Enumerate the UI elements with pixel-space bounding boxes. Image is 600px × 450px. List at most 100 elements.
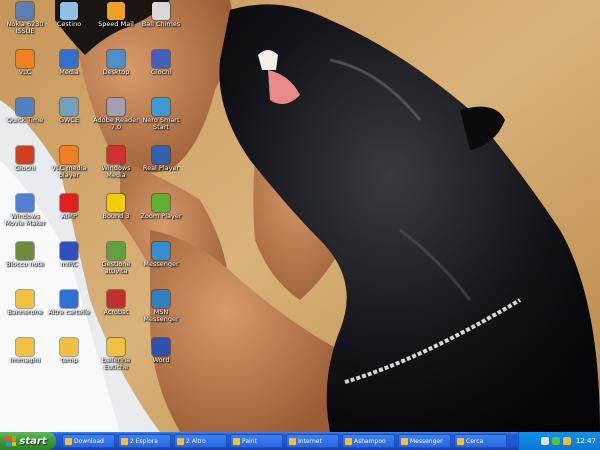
desktop-shortcut[interactable]: GWCE: [46, 98, 92, 124]
desktop-shortcut[interactable]: Zoom Player: [138, 194, 184, 220]
desktop[interactable]: Nokia 6230 ISSUE Cestino Speed Mail Ball Ch…: [0, 0, 600, 432]
acrobat-icon: [107, 290, 125, 308]
taskbar-button-label: Download: [74, 437, 104, 445]
desktop-shortcut[interactable]: Altre cartelle: [46, 290, 92, 316]
folder-4-icon: [60, 338, 78, 356]
phone-icon: [16, 2, 34, 20]
desktop-shortcut[interactable]: Media: [46, 50, 92, 76]
desktop-shortcut[interactable]: Nokia 6230 ISSUE: [2, 2, 48, 35]
system-tray: 12:47: [518, 432, 600, 450]
desktop-shortcut-label: AIMP: [61, 213, 77, 220]
desktop-shortcut[interactable]: Bound 3: [93, 194, 139, 220]
folder-2-icon: [60, 290, 78, 308]
desktop-shortcut[interactable]: Immagini: [2, 338, 48, 364]
desktop-shortcut[interactable]: Speed Mail: [93, 2, 139, 28]
desktop-shortcut[interactable]: Gestione attivita: [93, 242, 139, 275]
desktop-shortcut[interactable]: Real Player: [138, 146, 184, 172]
desktop-shortcut[interactable]: Windows Media: [93, 146, 139, 179]
games-icon: [152, 50, 170, 68]
desktop-shortcut-label: Zoom Player: [140, 213, 182, 220]
taskbar-button-icon: [289, 437, 296, 445]
taskbar-button-label: 2 Esplora: [130, 437, 158, 445]
desktop-shortcut[interactable]: mIRC: [46, 242, 92, 268]
desktop-shortcut[interactable]: Giochi: [138, 50, 184, 76]
windows-media-icon: [107, 146, 125, 164]
desktop-shortcut-label: Bound 3: [102, 213, 130, 220]
desktop-shortcut-label: Gestione attivita: [101, 261, 131, 275]
realplayer-icon: [152, 146, 170, 164]
messenger-icon: [152, 242, 170, 260]
taskbar-button-icon: [233, 437, 240, 445]
taskbar-button-icon: [401, 437, 408, 445]
desktop-shortcut-label: Real Player: [142, 165, 180, 172]
network-icon[interactable]: [540, 437, 549, 445]
folder-5-icon: [107, 338, 125, 356]
taskbar-button[interactable]: Internet: [286, 434, 339, 448]
desktop-shortcut[interactable]: temp: [46, 338, 92, 364]
desktop-shortcut[interactable]: AIMP: [46, 194, 92, 220]
desktop-shortcut-label: VLC: [18, 69, 32, 76]
folder-icon: [16, 290, 34, 308]
vlc-icon: [16, 50, 34, 68]
desktop-shortcut[interactable]: Bannerone: [2, 290, 48, 316]
desktop-shortcut-label: ballerina Eutiche: [101, 357, 131, 371]
notepad-icon: [16, 242, 34, 260]
task-buttons: Download 2 Esplora 2 Altro Paint Internet Ash…: [56, 432, 518, 450]
moviemaker-icon: [16, 194, 34, 212]
taskbar-button-label: Cerca: [466, 437, 484, 445]
taskbar-button-label: Ashampoo: [354, 437, 386, 445]
desktop-shortcut-label: Windows Media: [101, 165, 131, 179]
desktop-shortcut-label: Cestino: [56, 21, 82, 28]
desktop-shortcut-label: MSN Messenger 7.5: [143, 309, 179, 323]
antivirus-icon[interactable]: [551, 437, 560, 445]
desktop-shortcut[interactable]: Desktop: [93, 50, 139, 76]
desktop-shortcut[interactable]: Quick Time: [2, 98, 48, 124]
folder-3-icon: [16, 338, 34, 356]
desktop-shortcut-label: Ball Chimes: [141, 21, 181, 28]
taskbar-button[interactable]: Cerca: [454, 434, 507, 448]
desktop-shortcut-label: Speed Mail: [98, 21, 134, 28]
desktop-shortcut[interactable]: MSN Messenger 7.5: [138, 290, 184, 323]
taskbar-button[interactable]: Ashampoo: [342, 434, 395, 448]
taskbar-button-icon: [177, 437, 184, 445]
desktop-shortcut[interactable]: ballerina Eutiche: [93, 338, 139, 371]
desktop-shortcut[interactable]: Adobe Reader 7.0: [93, 98, 139, 131]
desktop-shortcut-label: Altre cartelle: [48, 309, 90, 316]
desktop-shortcut-label: Nokia 6230 ISSUE: [6, 21, 44, 35]
desktop-shortcut-label: Acrobat: [103, 309, 129, 316]
desktop-shortcut[interactable]: Acrobat: [93, 290, 139, 316]
taskbar-button[interactable]: Messenger: [398, 434, 451, 448]
desktop-shortcut-label: temp: [60, 357, 78, 364]
desktop-shortcut[interactable]: Messenger: [138, 242, 184, 268]
desktop-shortcut[interactable]: Ball Chimes: [138, 2, 184, 28]
quicktime-icon: [16, 98, 34, 116]
taskbar-button-label: Paint: [242, 437, 257, 445]
desktop-shortcut[interactable]: VLC: [2, 50, 48, 76]
desktop-shortcut-label: Media: [59, 69, 79, 76]
taskbar-button[interactable]: 2 Esplora: [118, 434, 171, 448]
desktop-shortcut-label: GWCE: [58, 117, 80, 124]
desktop-shortcut-label: Messenger: [143, 261, 179, 268]
desktop-shortcut[interactable]: Cestino: [46, 2, 92, 28]
start-button[interactable]: start: [0, 432, 56, 450]
taskbar-button-label: Messenger: [410, 437, 443, 445]
desktop-shortcut-label: Bannerone: [7, 309, 43, 316]
taskbar: start Download 2 Esplora 2 Altro Paint Inter…: [0, 432, 600, 450]
desktop-shortcut[interactable]: VLC media player: [46, 146, 92, 179]
desktop-shortcut[interactable]: Windows Movie Maker: [2, 194, 48, 227]
desktop-shortcut[interactable]: Giochi: [2, 146, 48, 172]
desktop-shortcut-label: Blocco note: [5, 261, 45, 268]
desktop-shortcut-label: Windows Movie Maker: [4, 213, 46, 227]
desktop-shortcut[interactable]: Word: [138, 338, 184, 364]
desktop-shortcut[interactable]: Nero Smart Start: [138, 98, 184, 131]
volume-icon[interactable]: [562, 437, 571, 445]
taskbar-button[interactable]: Paint: [230, 434, 283, 448]
desktop-shortcut-label: Giochi: [14, 165, 36, 172]
taskbar-button[interactable]: 2 Altro: [174, 434, 227, 448]
taskbar-button-label: 2 Altro: [186, 437, 206, 445]
desktop-shortcut[interactable]: Blocco note: [2, 242, 48, 268]
clock: 12:47: [575, 437, 596, 445]
word-icon: [152, 338, 170, 356]
windows-logo-icon: [6, 436, 17, 446]
taskbar-button[interactable]: Download: [62, 434, 115, 448]
